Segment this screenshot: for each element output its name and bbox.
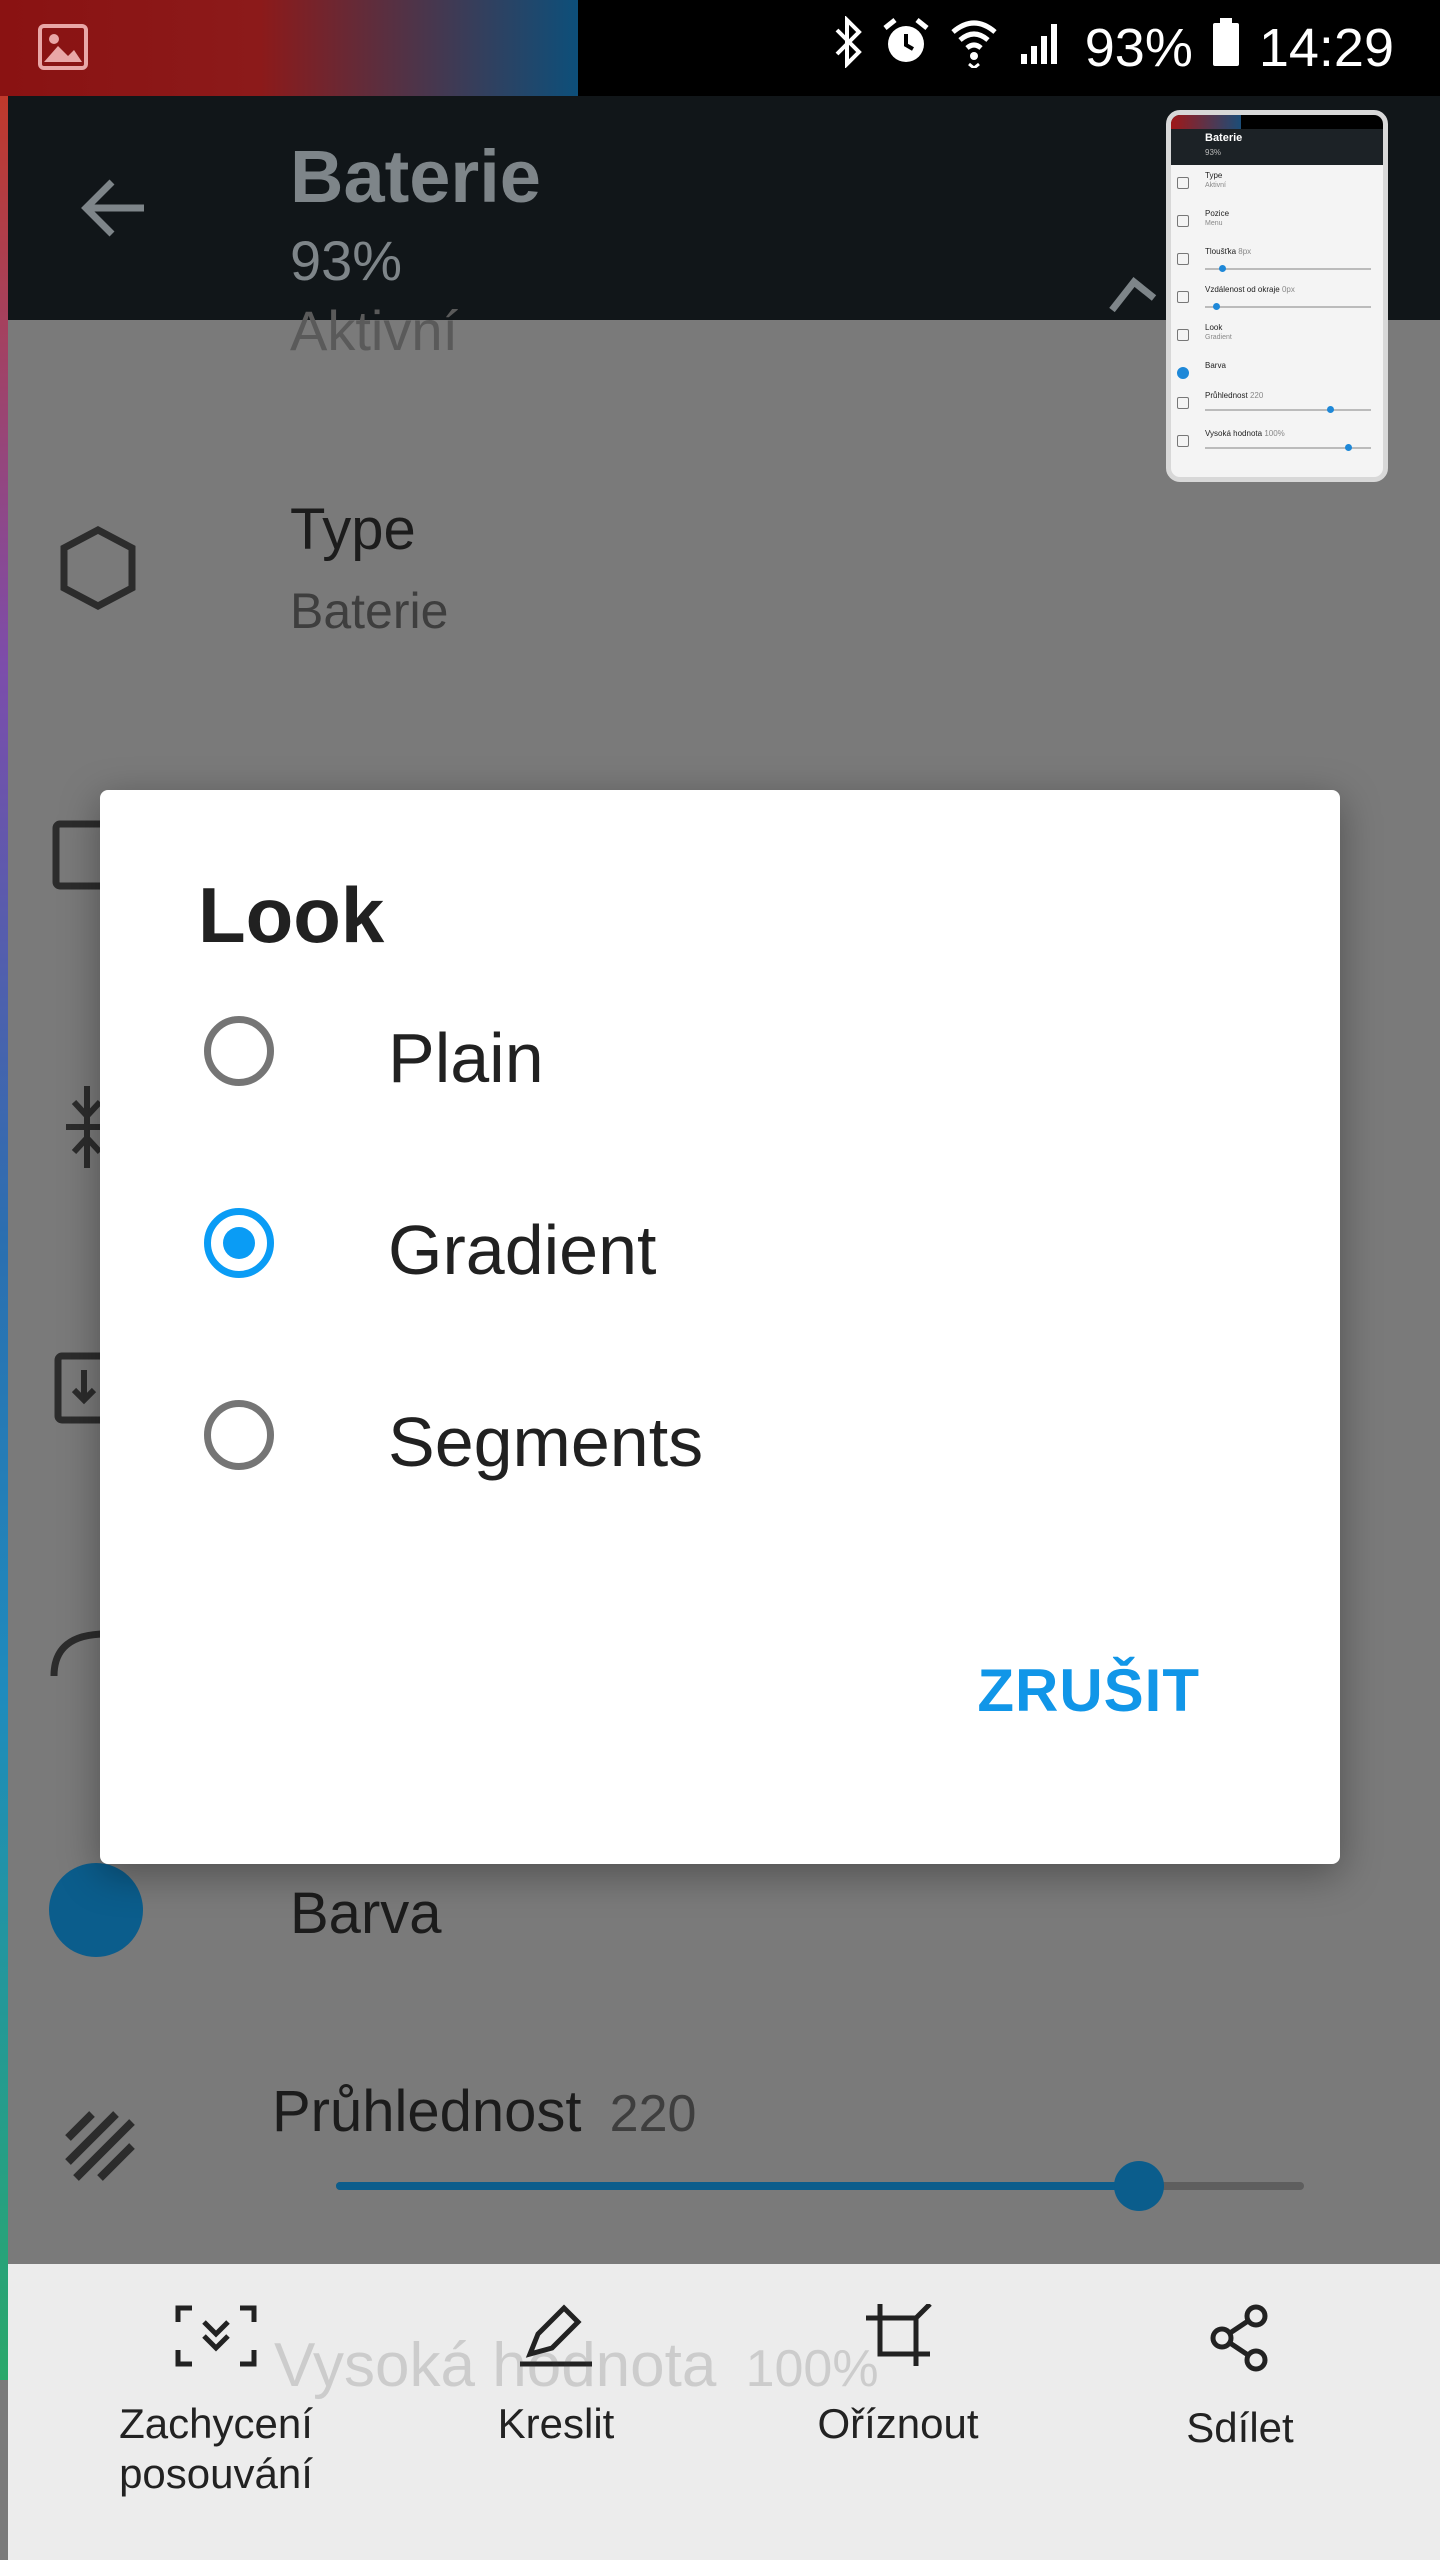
trend-chart-icon[interactable]: [1108, 274, 1172, 319]
battery-icon: [1211, 16, 1241, 81]
barva-item-title: Barva: [290, 1881, 442, 1946]
preview-row-title-text: Průhlednost: [1205, 391, 1248, 400]
share-label: Sdílet: [1186, 2404, 1294, 2451]
wifi-icon: [949, 16, 999, 81]
preview-row: Pozice Menu: [1171, 203, 1383, 241]
app-title: Baterie: [290, 135, 541, 218]
radio-button-icon[interactable]: [204, 1400, 274, 1470]
option-plain[interactable]: Plain: [100, 980, 1340, 1130]
option-gradient[interactable]: Gradient: [100, 1172, 1340, 1322]
look-dialog: Look Plain Gradient Segments ZRUŠIT: [100, 790, 1340, 1864]
partial-list-item: Aktivní: [290, 299, 459, 362]
back-arrow-icon[interactable]: [80, 176, 150, 245]
screenshot-preview-thumbnail[interactable]: Baterie 93% Type Aktivní Pozice Menu Tlouš…: [1166, 110, 1388, 482]
status-icons: 93% 14:29: [833, 0, 1394, 96]
edge-accent-strip: [0, 96, 8, 2380]
status-bar: 93% 14:29: [0, 0, 1440, 96]
preview-row-title: Vysoká hodnota 100%: [1205, 429, 1285, 438]
screenshot-action-bar: Zachycení posouvání Kreslit Oříznout Sdí…: [8, 2264, 1440, 2560]
draw-label: Kreslit: [497, 2400, 615, 2447]
preview-row-sub: 0px: [1281, 285, 1295, 294]
option-label: Segments: [388, 1403, 704, 1481]
color-swatch-icon: [48, 1862, 144, 1963]
preview-row-sub: 100%: [1264, 429, 1285, 438]
app-subtitle: 93%: [290, 229, 403, 292]
scroll-capture-label: Zachycení posouvání: [119, 2400, 313, 2497]
radio-button-icon[interactable]: [204, 1016, 274, 1086]
high-value-label: Vysoká hodnota: [274, 2331, 717, 2400]
option-label: Gradient: [388, 1211, 657, 1289]
preview-row-title-text: Tloušťka: [1205, 247, 1237, 256]
transparency-slider-fill: [336, 2182, 1140, 2190]
preview-row: Type Aktivní: [1171, 165, 1383, 203]
preview-row-title: Průhlednost 220: [1205, 391, 1263, 400]
option-label: Plain: [388, 1019, 544, 1097]
preview-row-title-text: Vysoká hodnota: [1205, 429, 1263, 438]
high-value-item-behind: Vysoká hodnota 100%: [274, 2330, 879, 2401]
transparency-slider-thumb[interactable]: [1114, 2161, 1164, 2211]
transparency-label: Průhlednost 220: [272, 2078, 696, 2145]
preview-row-title: Pozice: [1205, 209, 1230, 218]
preview-row: Barva: [1171, 355, 1383, 385]
cancel-button[interactable]: ZRUŠIT: [977, 1656, 1200, 1725]
preview-row-sub: Gradient: [1205, 334, 1232, 341]
radio-button-checked-icon[interactable]: [204, 1208, 274, 1278]
crop-label: Oříznout: [817, 2400, 979, 2447]
preview-row-title: Vzdálenost od okraje 0px: [1205, 285, 1295, 294]
battery-percent: 93%: [1084, 18, 1193, 78]
preview-row-sub: 8px: [1238, 247, 1252, 256]
preview-row-sub: Aktivní: [1205, 182, 1227, 189]
preview-app-bar: Baterie 93%: [1171, 129, 1383, 165]
share-button[interactable]: Sdílet: [1090, 2304, 1390, 2453]
preview-row-sub: Menu: [1205, 220, 1223, 227]
preview-row: Průhlednost 220: [1171, 385, 1383, 423]
bluetooth-icon: [833, 14, 863, 81]
preview-row: Look Gradient: [1171, 317, 1383, 355]
preview-row: Vzdálenost od okraje 0px: [1171, 279, 1383, 317]
status-bar-notification-area: [0, 0, 578, 96]
dialog-title: Look: [198, 871, 385, 959]
alarm-icon: [881, 16, 931, 81]
share-icon: [1090, 2304, 1390, 2383]
transparency-label-text: Průhlednost: [272, 2079, 582, 2144]
hexagon-icon: [58, 526, 138, 615]
preview-row-title: Look: [1205, 323, 1223, 332]
preview-row-title: Tloušťka 8px: [1205, 247, 1251, 256]
preview-row-title: Barva: [1205, 361, 1226, 370]
preview-row-sub: 220: [1249, 391, 1264, 400]
type-item-title: Type: [290, 497, 416, 562]
image-notification-icon: [38, 24, 88, 75]
preview-row-title: Type: [1205, 171, 1223, 180]
transparency-value: 220: [609, 2085, 697, 2143]
preview-row: Tloušťka 8px: [1171, 241, 1383, 279]
high-value-value: 100%: [745, 2340, 879, 2398]
clock: 14:29: [1258, 18, 1394, 78]
preview-row: Vysoká hodnota 100%: [1171, 423, 1383, 461]
type-item-value: Baterie: [290, 583, 449, 639]
preview-status-bar: [1171, 115, 1383, 129]
signal-icon: [1017, 16, 1067, 81]
preview-subtitle: 93%: [1205, 148, 1222, 157]
transparency-icon: [62, 2108, 138, 2189]
option-segments[interactable]: Segments: [100, 1364, 1340, 1514]
preview-title: Baterie: [1205, 132, 1243, 144]
preview-row-title-text: Vzdálenost od okraje: [1205, 285, 1280, 294]
